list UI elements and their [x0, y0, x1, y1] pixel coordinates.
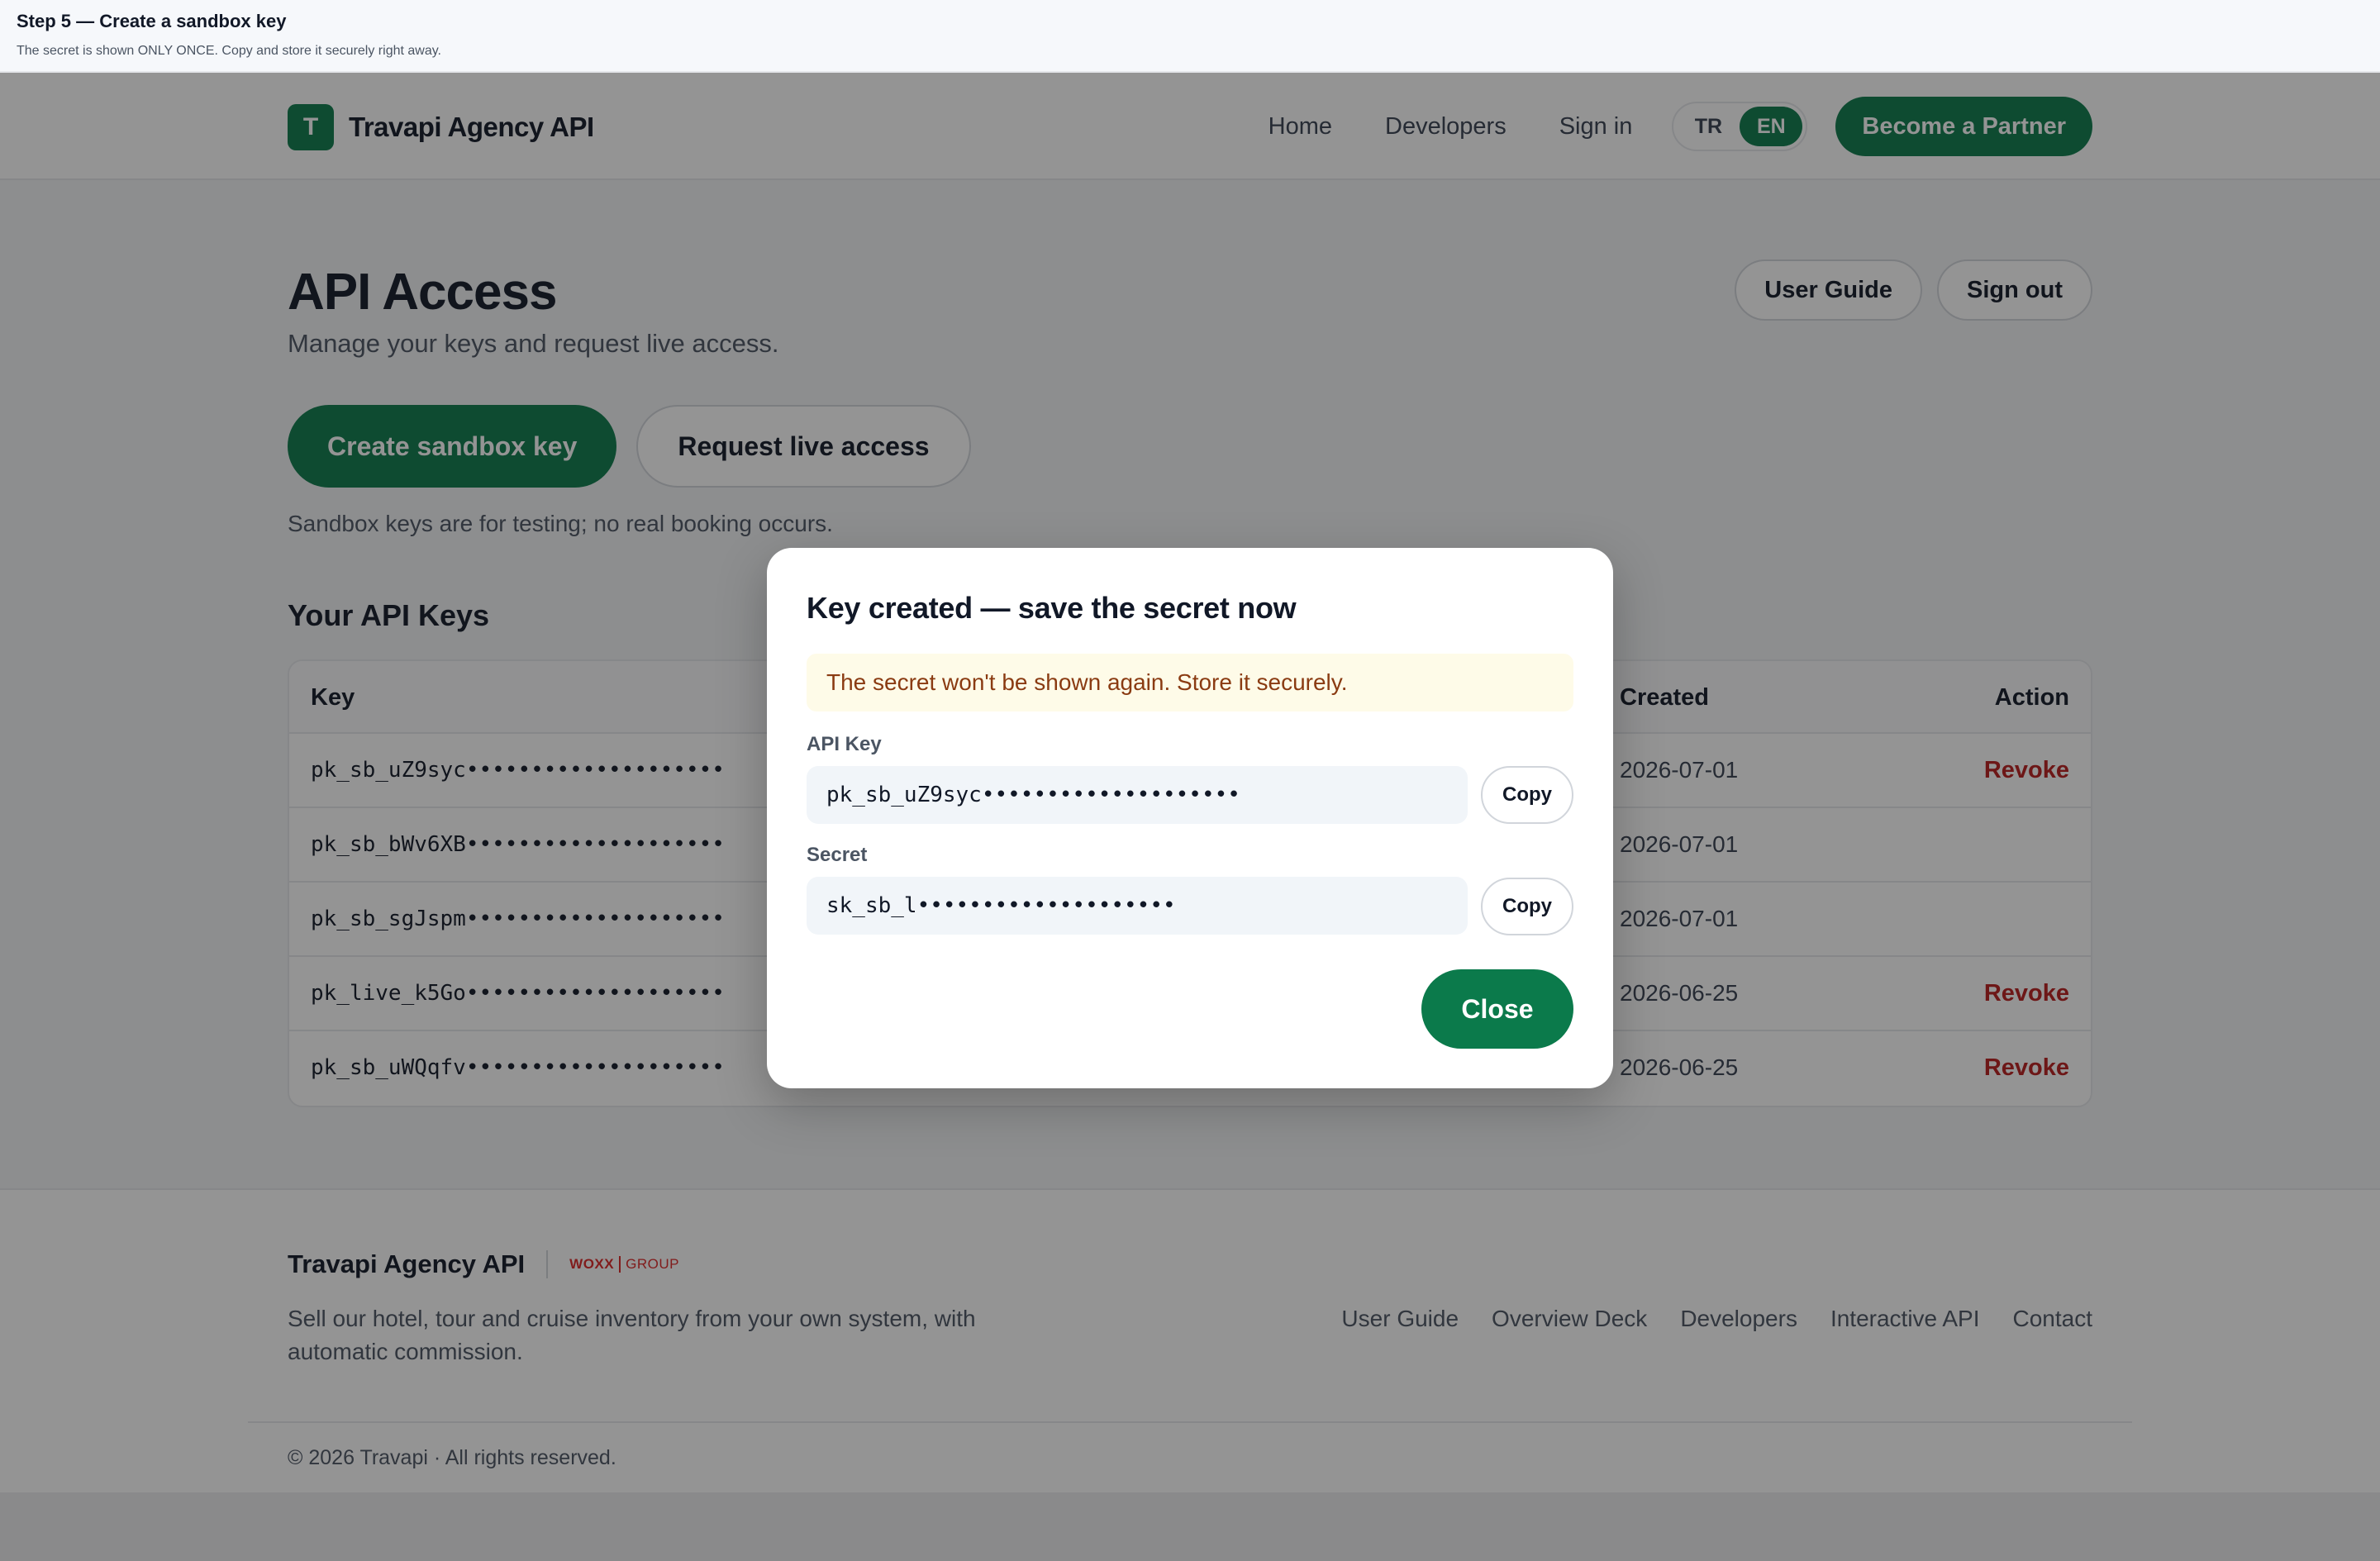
api-key-field[interactable]: pk_sb_uZ9syc••••••••••••••••••••	[807, 766, 1468, 824]
copy-api-key-button[interactable]: Copy	[1481, 766, 1573, 824]
secret-field[interactable]: sk_sb_l••••••••••••••••••••	[807, 877, 1468, 935]
step-banner: Step 5 — Create a sandbox key The secret…	[0, 0, 2380, 73]
secret-label: Secret	[807, 844, 868, 866]
secret-warning: The secret won't be shown again. Store i…	[807, 654, 1573, 711]
api-key-label: API Key	[807, 733, 882, 755]
key-created-dialog: Key created — save the secret now The se…	[767, 548, 1613, 1088]
dialog-title: Key created — save the secret now	[807, 591, 1297, 625]
step-title: Step 5 — Create a sandbox key	[17, 11, 287, 31]
step-subtitle: The secret is shown ONLY ONCE. Copy and …	[17, 44, 441, 58]
close-button[interactable]: Close	[1421, 969, 1573, 1049]
copy-secret-button[interactable]: Copy	[1481, 878, 1573, 935]
